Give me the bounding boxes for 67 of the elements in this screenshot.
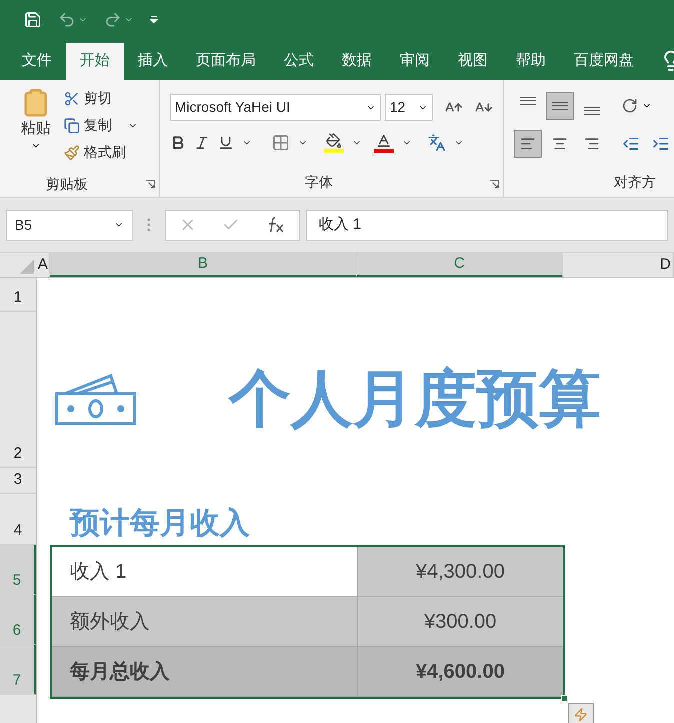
column-header[interactable]: C — [357, 253, 563, 277]
dialog-launcher-icon[interactable] — [146, 180, 155, 189]
ribbon-tab[interactable]: 审阅 — [386, 43, 444, 80]
scissors-icon — [64, 90, 80, 106]
group-label: 字体 — [305, 173, 333, 192]
fill-color-icon[interactable] — [324, 133, 344, 153]
bold-icon[interactable] — [170, 135, 186, 151]
align-middle-icon — [552, 102, 568, 110]
grip-icon — [147, 218, 151, 232]
ribbon-tab[interactable]: 公式 — [270, 43, 328, 80]
insert-function-icon[interactable] — [266, 216, 286, 234]
column-header[interactable]: D — [563, 253, 674, 277]
table-cell: ¥300.00 — [358, 597, 563, 646]
group-label: 对齐方 — [614, 173, 656, 192]
section-heading: 预计每月收入 — [70, 509, 250, 539]
row-header[interactable]: 7 — [0, 645, 36, 695]
copy-button[interactable]: 复制 — [64, 115, 138, 136]
borders-icon[interactable] — [272, 134, 290, 152]
ribbon-tab[interactable]: 帮助 — [502, 43, 560, 80]
group-label: 剪贴板 — [46, 175, 88, 194]
horizontal-align-button[interactable] — [514, 130, 542, 158]
row-header[interactable]: 1 — [0, 278, 36, 312]
table-cell: 每月总收入 — [52, 647, 358, 696]
dialog-launcher-icon[interactable] — [490, 180, 499, 189]
ribbon-tab[interactable]: 文件 — [8, 43, 66, 80]
align-right-icon — [584, 136, 600, 152]
money-icon — [53, 372, 139, 428]
ribbon-tab[interactable]: 视图 — [444, 43, 502, 80]
undo-icon[interactable] — [58, 11, 76, 29]
row-header[interactable]: 5 — [0, 545, 36, 595]
align-left-icon — [520, 136, 536, 152]
lightning-icon — [574, 708, 588, 722]
italic-icon[interactable] — [194, 135, 210, 151]
ribbon-tab[interactable]: 插入 — [124, 43, 182, 80]
font-size-field[interactable]: 12 — [385, 94, 433, 121]
copy-icon — [64, 118, 80, 134]
orientation-icon[interactable] — [622, 98, 638, 114]
table-cell: 额外收入 — [52, 597, 358, 646]
save-icon[interactable] — [24, 11, 42, 29]
ribbon-tab[interactable]: 数据 — [328, 43, 386, 80]
row-header[interactable]: 3 — [0, 468, 36, 494]
customize-toolbar-icon[interactable] — [150, 16, 158, 24]
paste-button[interactable]: 粘贴 — [12, 88, 60, 150]
font-color-icon[interactable] — [374, 133, 394, 153]
underline-icon[interactable] — [218, 135, 234, 151]
cut-button[interactable]: 剪切 — [64, 88, 138, 109]
increase-indent-icon[interactable] — [652, 135, 670, 153]
row-header[interactable]: 6 — [0, 595, 36, 645]
format-painter-button[interactable]: 格式刷 — [64, 142, 138, 163]
formula-field[interactable]: 收入 1 — [306, 210, 668, 240]
table-cell: ¥4,600.00 — [358, 647, 563, 696]
ribbon-tab[interactable]: 百度网盘 — [560, 43, 648, 80]
redo-icon[interactable] — [104, 11, 122, 29]
ribbon-tab[interactable]: 开始 — [66, 43, 124, 80]
phonetic-guide-icon[interactable] — [428, 134, 446, 152]
font-name-field[interactable]: Microsoft YaHei UI — [170, 94, 381, 121]
align-bottom-icon — [584, 107, 600, 115]
align-center-icon — [552, 136, 568, 152]
align-top-icon — [520, 97, 536, 105]
paintbrush-icon — [64, 144, 80, 160]
name-box[interactable]: B5 — [6, 210, 133, 240]
table-cell: ¥4,300.00 — [358, 547, 563, 596]
column-header[interactable]: B — [50, 253, 357, 277]
row-header[interactable]: 2 — [0, 312, 36, 468]
vertical-align-button[interactable] — [546, 92, 574, 120]
decrease-indent-icon[interactable] — [622, 135, 640, 153]
ribbon-tab[interactable]: 页面布局 — [182, 43, 270, 80]
